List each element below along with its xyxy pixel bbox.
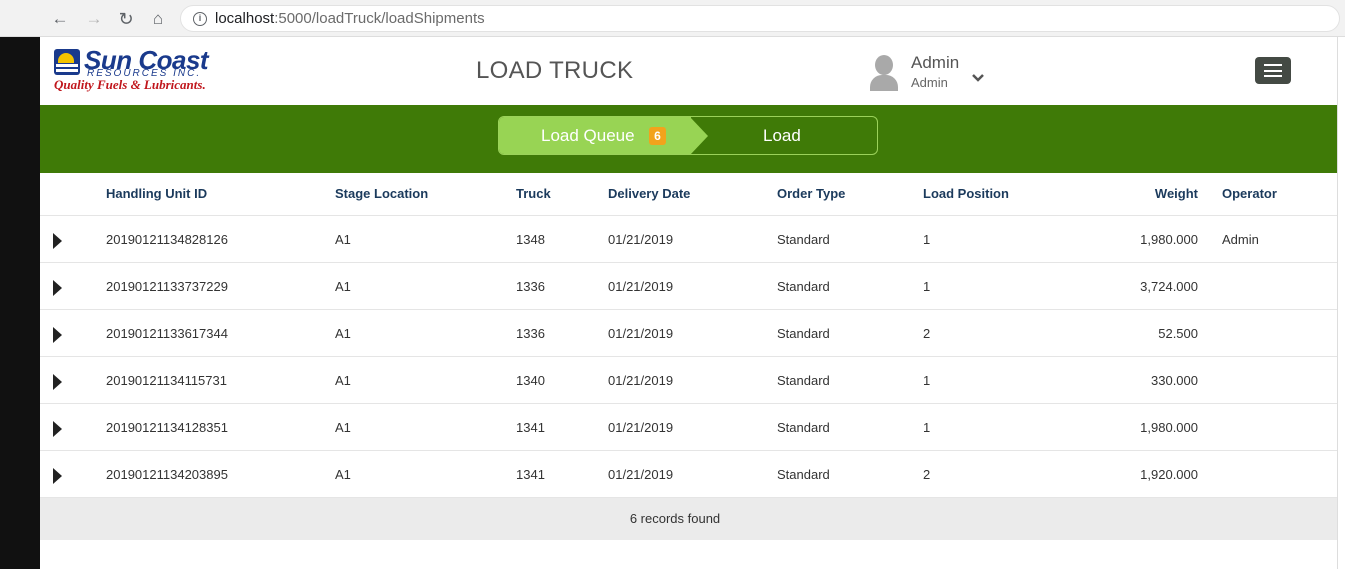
table-header: Handling Unit ID Stage Location Truck De…: [40, 173, 1337, 216]
page-title: LOAD TRUCK: [476, 57, 634, 84]
cell-delivery-date: 01/21/2019: [608, 232, 674, 247]
address-bar[interactable]: i localhost:5000/loadTruck/loadShipments: [180, 5, 1340, 32]
app-header: Sun Coast RESOURCES INC. Quality Fuels &…: [40, 37, 1337, 105]
expand-row-icon[interactable]: [53, 374, 62, 390]
cell-load-position: 1: [923, 279, 931, 294]
cell-truck: 1341: [516, 467, 545, 482]
cell-stage-location: A1: [335, 326, 351, 341]
cell-stage-location: A1: [335, 279, 351, 294]
step-load[interactable]: Load: [763, 126, 801, 146]
queue-count-badge: 6: [649, 127, 666, 145]
hamburger-menu-button[interactable]: [1255, 57, 1291, 84]
cell-handling-unit-id: 20190121134203895: [106, 467, 228, 482]
table-row[interactable]: 20190121134828126 A1 1348 01/21/2019 Sta…: [40, 216, 1337, 263]
user-name[interactable]: Admin: [911, 53, 959, 73]
records-count: 6 records found: [629, 511, 721, 526]
expand-row-icon[interactable]: [53, 280, 62, 296]
cell-truck: 1340: [516, 373, 545, 388]
forward-arrow-icon[interactable]: →: [84, 9, 104, 29]
cell-load-position: 1: [923, 373, 931, 388]
cell-stage-location: A1: [335, 373, 351, 388]
browser-toolbar: ← → ↻ ⌂ i localhost:5000/loadTruck/loadS…: [0, 0, 1345, 37]
step-load-queue-label: Load Queue: [541, 126, 635, 145]
cell-handling-unit-id: 20190121134128351: [106, 420, 228, 435]
expand-row-icon[interactable]: [53, 233, 62, 249]
left-edge: [0, 37, 40, 569]
sun-coast-logo[interactable]: Sun Coast RESOURCES INC. Quality Fuels &…: [54, 47, 254, 97]
cell-delivery-date: 01/21/2019: [608, 420, 674, 435]
avatar-icon[interactable]: [870, 55, 898, 91]
cell-load-position: 2: [923, 467, 931, 482]
table-row[interactable]: 20190121134128351 A1 1341 01/21/2019 Sta…: [40, 404, 1337, 451]
cell-load-position: 1: [923, 420, 931, 435]
col-load-position[interactable]: Load Position: [923, 186, 1009, 201]
reload-icon[interactable]: ↻: [116, 9, 136, 29]
url-text[interactable]: localhost:5000/loadTruck/loadShipments: [215, 10, 485, 27]
table-row[interactable]: 20190121134203895 A1 1341 01/21/2019 Sta…: [40, 451, 1337, 498]
cell-delivery-date: 01/21/2019: [608, 279, 674, 294]
cell-handling-unit-id: 20190121134828126: [106, 232, 228, 247]
col-weight[interactable]: Weight: [1098, 186, 1198, 201]
cell-weight: 1,920.000: [1140, 467, 1198, 482]
cell-operator: Admin: [1222, 232, 1259, 247]
cell-order-type: Standard: [777, 232, 830, 247]
logo-tagline: Quality Fuels & Lubricants.: [54, 77, 206, 92]
table-row[interactable]: 20190121134115731 A1 1340 01/21/2019 Sta…: [40, 357, 1337, 404]
cell-order-type: Standard: [777, 467, 830, 482]
expand-row-icon[interactable]: [53, 468, 62, 484]
step-bar: Load Queue 6 Load: [40, 105, 1337, 173]
cell-truck: 1336: [516, 326, 545, 341]
table-footer: 6 records found: [40, 498, 1337, 540]
cell-order-type: Standard: [777, 279, 830, 294]
cell-stage-location: A1: [335, 232, 351, 247]
cell-stage-location: A1: [335, 420, 351, 435]
col-truck[interactable]: Truck: [516, 186, 551, 201]
logo-mark-icon: [54, 49, 80, 75]
user-role: Admin: [911, 75, 948, 90]
info-icon[interactable]: i: [193, 12, 207, 26]
cell-handling-unit-id: 20190121133737229: [106, 279, 228, 294]
expand-row-icon[interactable]: [53, 421, 62, 437]
cell-weight: 1,980.000: [1140, 232, 1198, 247]
step-wizard: Load Queue 6 Load: [498, 116, 878, 155]
cell-delivery-date: 01/21/2019: [608, 373, 674, 388]
cell-stage-location: A1: [335, 467, 351, 482]
table-row[interactable]: 20190121133617344 A1 1336 01/21/2019 Sta…: [40, 310, 1337, 357]
step-load-queue[interactable]: Load Queue 6: [499, 117, 691, 154]
cell-truck: 1348: [516, 232, 545, 247]
table-row[interactable]: 20190121133737229 A1 1336 01/21/2019 Sta…: [40, 263, 1337, 310]
cell-handling-unit-id: 20190121133617344: [106, 326, 228, 341]
back-arrow-icon[interactable]: ←: [50, 9, 70, 29]
cell-delivery-date: 01/21/2019: [608, 326, 674, 341]
chevron-down-icon[interactable]: [971, 71, 985, 85]
cell-order-type: Standard: [777, 373, 830, 388]
cell-load-position: 1: [923, 232, 931, 247]
col-operator[interactable]: Operator: [1222, 186, 1277, 201]
right-edge: [1337, 37, 1345, 569]
url-path: :5000/loadTruck/loadShipments: [274, 10, 485, 27]
step-arrow: [690, 117, 708, 154]
cell-weight: 52.500: [1158, 326, 1198, 341]
cell-truck: 1336: [516, 279, 545, 294]
load-queue-table: Handling Unit ID Stage Location Truck De…: [40, 173, 1337, 540]
cell-load-position: 2: [923, 326, 931, 341]
cell-weight: 1,980.000: [1140, 420, 1198, 435]
cell-delivery-date: 01/21/2019: [608, 467, 674, 482]
url-host: localhost: [215, 10, 275, 27]
col-handling-unit-id[interactable]: Handling Unit ID: [106, 186, 207, 201]
cell-truck: 1341: [516, 420, 545, 435]
cell-order-type: Standard: [777, 326, 830, 341]
cell-order-type: Standard: [777, 420, 830, 435]
col-delivery-date[interactable]: Delivery Date: [608, 186, 690, 201]
cell-handling-unit-id: 20190121134115731: [106, 373, 227, 388]
cell-weight: 330.000: [1151, 373, 1198, 388]
col-order-type[interactable]: Order Type: [777, 186, 845, 201]
expand-row-icon[interactable]: [53, 327, 62, 343]
col-stage-location[interactable]: Stage Location: [335, 186, 428, 201]
cell-weight: 3,724.000: [1140, 279, 1198, 294]
home-icon[interactable]: ⌂: [148, 9, 168, 29]
